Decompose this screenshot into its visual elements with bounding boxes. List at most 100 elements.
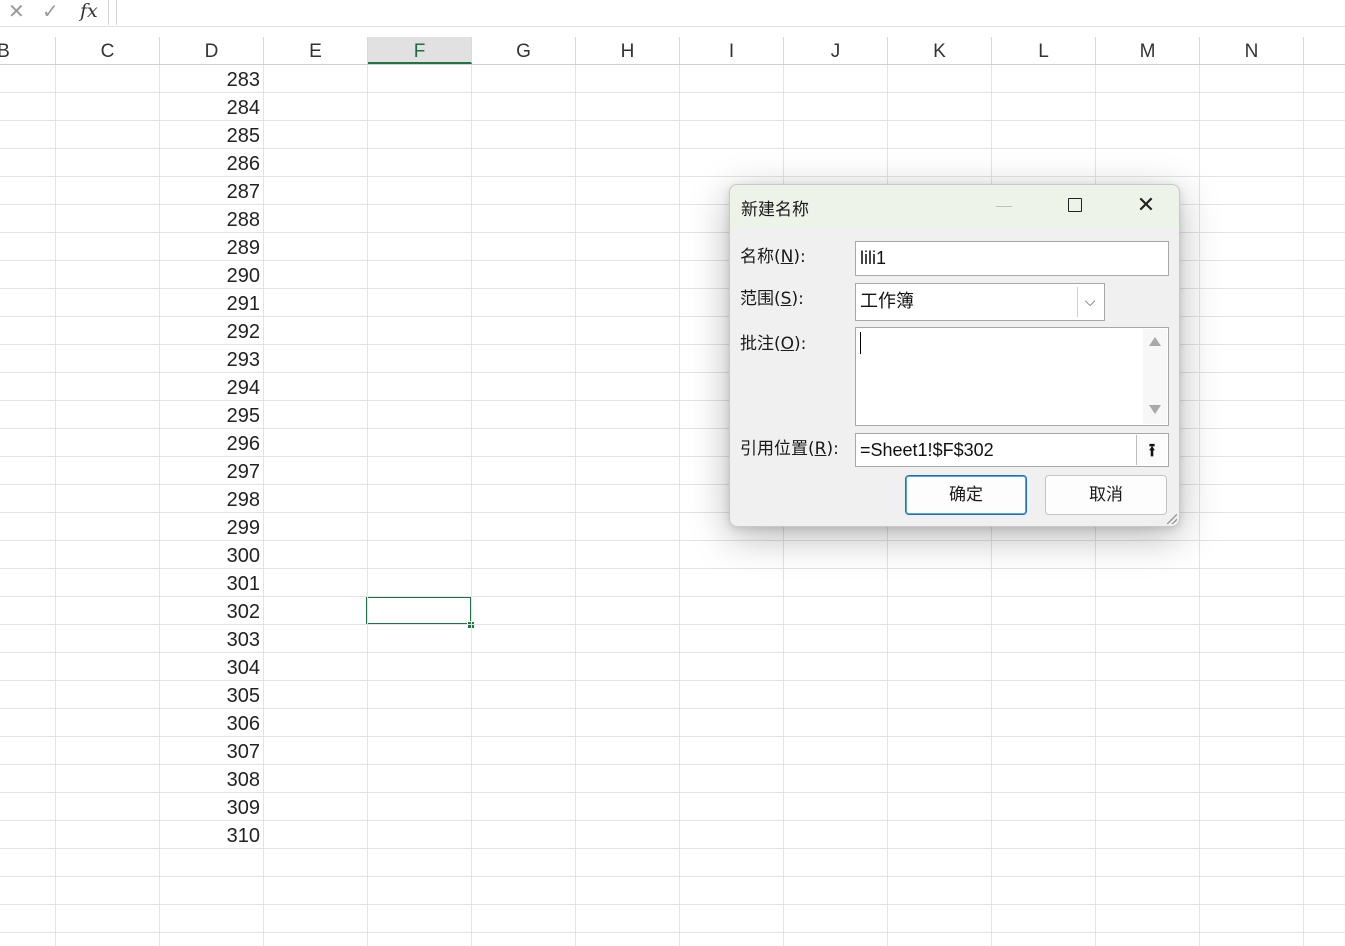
column-header-i[interactable]: I — [680, 37, 784, 64]
column-header-e[interactable]: E — [264, 37, 368, 64]
cell-d-value[interactable]: 308 — [160, 765, 260, 793]
name-label-suffix: ): — [793, 247, 806, 267]
active-cell[interactable] — [366, 596, 472, 625]
dialog-title: 新建名称 — [741, 200, 809, 220]
column-header-l[interactable]: L — [992, 37, 1096, 64]
cancel-entry-icon[interactable]: ✕ — [8, 0, 25, 24]
gridline-horizontal — [0, 932, 1345, 933]
maximize-icon — [1068, 198, 1082, 212]
cell-d-value[interactable]: 287 — [160, 177, 260, 205]
column-header-c[interactable]: C — [56, 37, 160, 64]
refers-to-label-text: 引用位置( — [740, 439, 815, 459]
cell-d-value[interactable]: 310 — [160, 821, 260, 849]
column-header-f[interactable]: F — [368, 37, 472, 64]
gridline-vertical — [367, 65, 368, 946]
ok-button[interactable]: 确定 — [905, 475, 1027, 515]
maximize-button[interactable] — [1060, 193, 1090, 219]
gridline-horizontal — [0, 876, 1345, 877]
formula-bar-buttons: ✕ ✓ fx — [0, 0, 109, 25]
cell-d-value[interactable]: 301 — [160, 569, 260, 597]
close-icon: ✕ — [1136, 193, 1156, 218]
cell-d-value[interactable]: 294 — [160, 373, 260, 401]
cell-d-value[interactable]: 302 — [160, 597, 260, 625]
cell-d-value[interactable]: 286 — [160, 149, 260, 177]
gridline-vertical — [1303, 65, 1304, 946]
cancel-button[interactable]: 取消 — [1045, 475, 1167, 515]
cell-d-value[interactable]: 284 — [160, 93, 260, 121]
refers-to-input[interactable]: =Sheet1!$F$302 ⭱ — [855, 433, 1169, 467]
cell-d-value[interactable]: 290 — [160, 261, 260, 289]
column-header-j[interactable]: J — [784, 37, 888, 64]
close-button[interactable]: ✕ — [1130, 191, 1162, 221]
name-label-accesskey: N — [780, 247, 794, 267]
new-name-dialog: 新建名称 ✕ 名称(N): lili1 范围(S): 工作簿 ⌵ 批注(O): … — [729, 184, 1180, 527]
cell-d-value[interactable]: 300 — [160, 541, 260, 569]
cell-d-value[interactable]: 297 — [160, 457, 260, 485]
name-input[interactable]: lili1 — [855, 241, 1169, 276]
comment-label: 批注(O): — [740, 329, 806, 354]
column-header-k[interactable]: K — [888, 37, 992, 64]
gridline-vertical — [55, 65, 56, 946]
text-caret — [860, 332, 861, 354]
refers-to-value: =Sheet1!$F$302 — [860, 440, 994, 460]
cell-d-value[interactable]: 285 — [160, 121, 260, 149]
cell-d-value[interactable]: 303 — [160, 625, 260, 653]
cell-d-value[interactable]: 295 — [160, 401, 260, 429]
column-header-b[interactable]: B — [0, 37, 56, 64]
comment-label-accesskey: O — [780, 334, 795, 354]
name-label: 名称(N): — [740, 242, 806, 267]
scope-selected-value: 工作簿 — [860, 291, 914, 312]
cell-d-value[interactable]: 306 — [160, 709, 260, 737]
scope-label-text: 范围( — [740, 289, 781, 309]
column-header-row: BCDEFGHIJKLMN — [0, 37, 1345, 65]
scope-label: 范围(S): — [740, 284, 804, 309]
column-header-g[interactable]: G — [472, 37, 576, 64]
formula-input[interactable] — [116, 0, 1345, 25]
comment-label-text: 批注( — [740, 334, 781, 354]
dialog-titlebar[interactable]: 新建名称 ✕ — [730, 185, 1179, 227]
chevron-down-icon[interactable]: ⌵ — [1077, 287, 1102, 317]
confirm-entry-icon[interactable]: ✓ — [42, 0, 59, 24]
name-label-text: 名称( — [740, 247, 781, 267]
cell-d-value[interactable]: 299 — [160, 513, 260, 541]
collapse-dialog-icon[interactable]: ⭱ — [1136, 435, 1167, 465]
column-header-n[interactable]: N — [1200, 37, 1304, 64]
comment-textarea[interactable] — [855, 327, 1169, 426]
column-header-m[interactable]: M — [1096, 37, 1200, 64]
cell-d-value[interactable]: 296 — [160, 429, 260, 457]
scope-select[interactable]: 工作簿 ⌵ — [855, 283, 1105, 321]
cell-d-value[interactable]: 291 — [160, 289, 260, 317]
cell-d-value[interactable]: 292 — [160, 317, 260, 345]
column-header-d[interactable]: D — [160, 37, 264, 64]
cell-d-value[interactable]: 305 — [160, 681, 260, 709]
scroll-up-icon[interactable] — [1149, 337, 1161, 346]
column-header-h[interactable]: H — [576, 37, 680, 64]
cell-d-value[interactable]: 289 — [160, 233, 260, 261]
refers-to-label-accesskey: R — [814, 439, 827, 459]
gridline-vertical — [575, 65, 576, 946]
refers-to-label: 引用位置(R): — [740, 434, 839, 459]
scope-label-accesskey: S — [780, 289, 792, 309]
scroll-down-icon[interactable] — [1149, 405, 1161, 414]
scope-label-suffix: ): — [791, 289, 804, 309]
cell-d-value[interactable]: 309 — [160, 793, 260, 821]
cell-d-value[interactable]: 288 — [160, 205, 260, 233]
cell-d-value[interactable]: 293 — [160, 345, 260, 373]
cell-d-value[interactable]: 283 — [160, 65, 260, 93]
minimize-icon — [996, 206, 1012, 207]
resize-grip-icon[interactable] — [1167, 514, 1177, 524]
comment-scrollbar[interactable] — [1143, 329, 1167, 424]
gridline-horizontal — [0, 904, 1345, 905]
formula-bar: ✕ ✓ fx — [0, 0, 1345, 27]
gridline-vertical — [679, 65, 680, 946]
gridline-vertical — [1199, 65, 1200, 946]
gridline-vertical — [471, 65, 472, 946]
refers-to-label-suffix: ): — [826, 439, 839, 459]
insert-function-icon[interactable]: fx — [80, 0, 98, 24]
cell-d-value[interactable]: 307 — [160, 737, 260, 765]
comment-label-suffix: ): — [794, 334, 807, 354]
minimize-button[interactable] — [988, 195, 1020, 217]
cell-d-value[interactable]: 304 — [160, 653, 260, 681]
cell-d-value[interactable]: 298 — [160, 485, 260, 513]
gridline-vertical — [263, 65, 264, 946]
